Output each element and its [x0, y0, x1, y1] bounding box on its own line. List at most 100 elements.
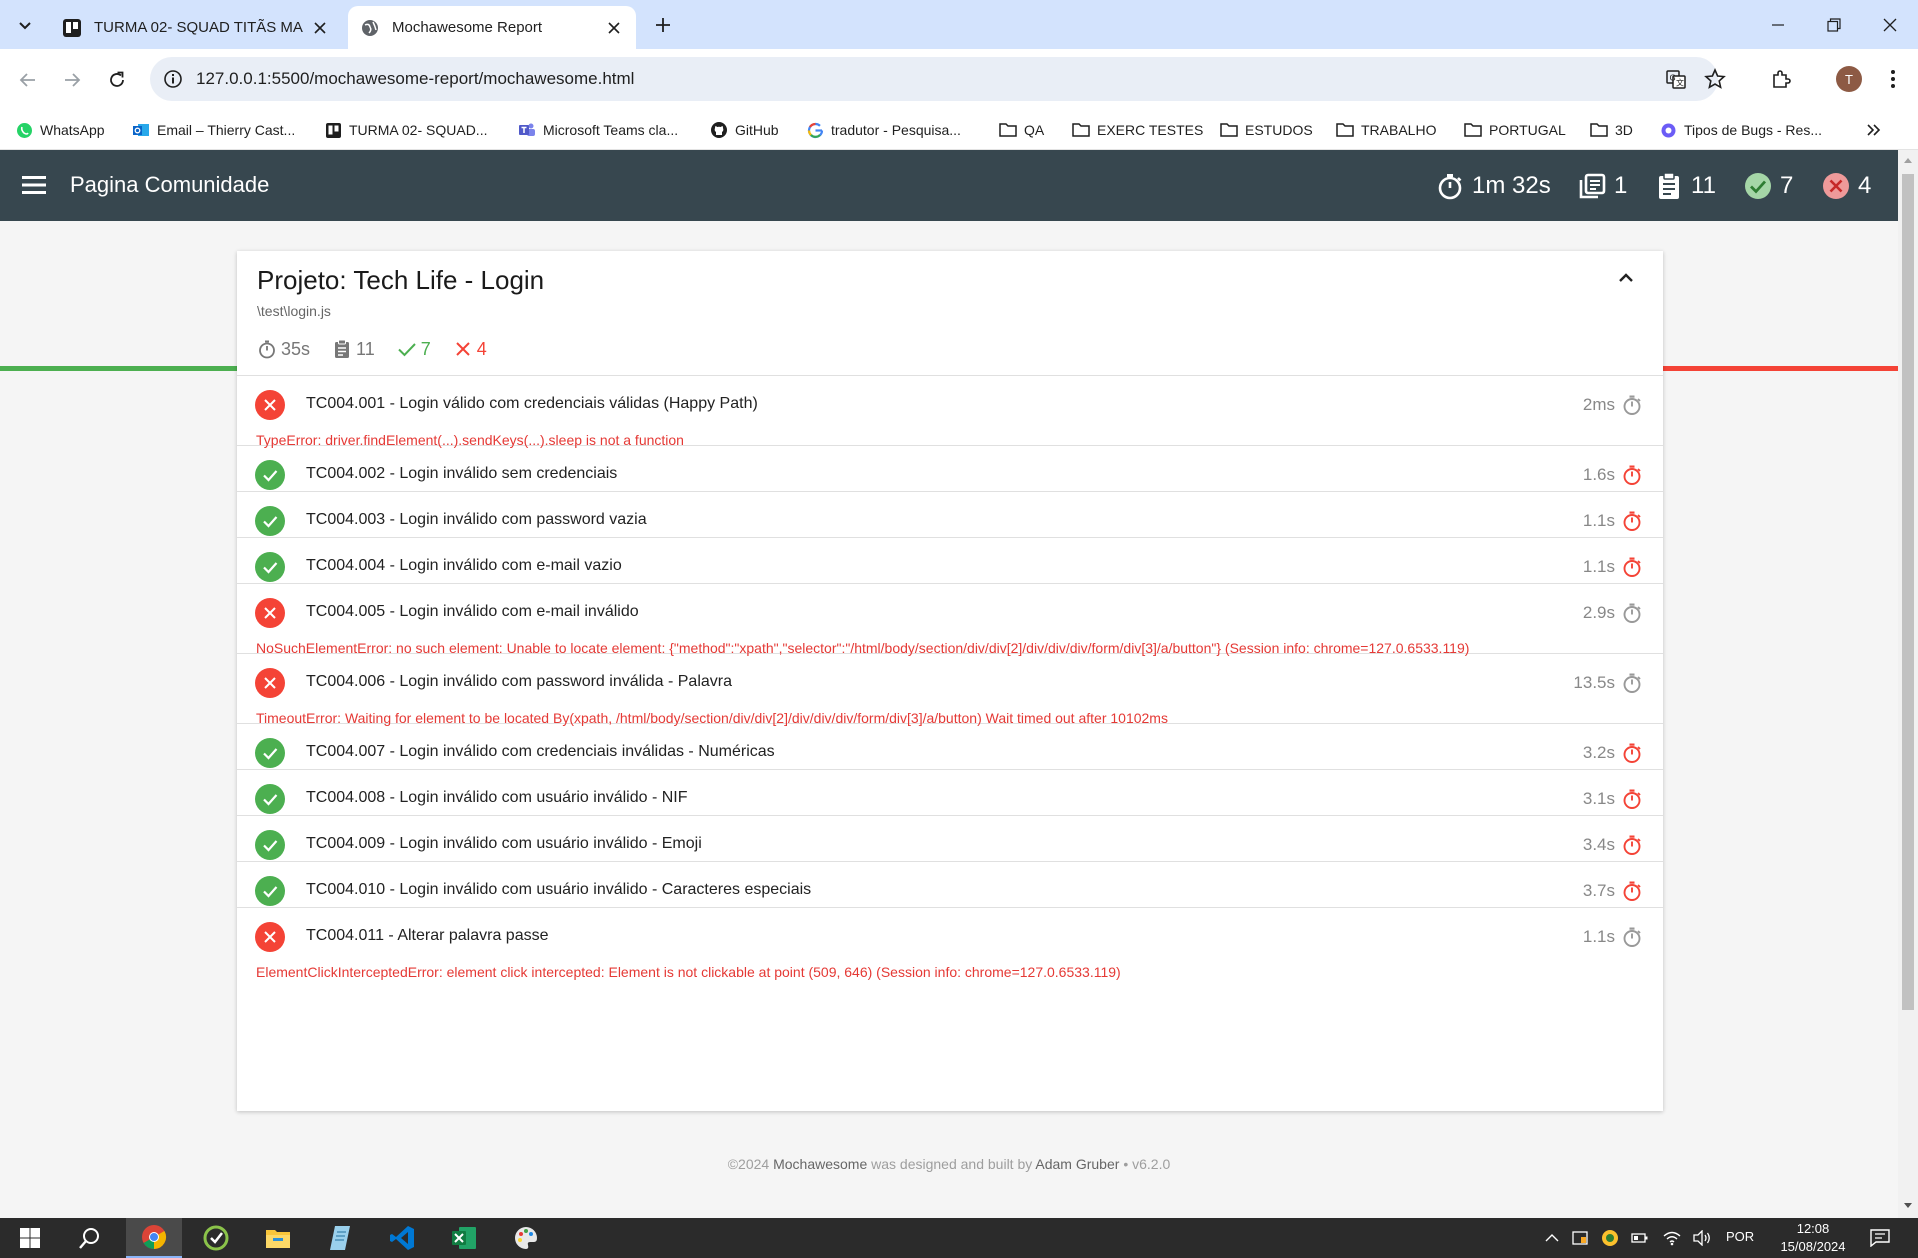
volume-icon[interactable] — [1692, 1228, 1712, 1248]
tab-close-icon[interactable] — [310, 18, 330, 38]
browser-tab-trello[interactable]: TURMA 02- SQUAD TITÃS MAN — [50, 6, 342, 49]
chevron-double-right-icon — [1867, 124, 1881, 136]
input-language[interactable]: POR — [1726, 1229, 1754, 1244]
test-row-4[interactable]: TC004.004 - Login inválido com e-mail va… — [237, 538, 1663, 584]
clipboard-icon — [1659, 172, 1679, 199]
outlook-icon — [132, 121, 150, 139]
check-icon — [398, 343, 416, 357]
stopwatch-icon — [1623, 743, 1641, 763]
suite-test-count: 11 — [332, 339, 375, 360]
footer-version: • v6.2.0 — [1123, 1156, 1171, 1172]
battery-icon[interactable] — [1630, 1228, 1650, 1248]
file-explorer-icon — [266, 1230, 290, 1248]
translate-icon[interactable]: G文 — [1665, 68, 1687, 90]
stopwatch-icon — [1623, 557, 1641, 577]
bookmark-github[interactable]: GitHub — [710, 118, 779, 142]
forward-button[interactable] — [57, 65, 87, 95]
tray-app-icon[interactable] — [1570, 1228, 1590, 1248]
report-navbar: Pagina Comunidade 1m 32s 1 11 7 4 — [0, 150, 1898, 371]
stopwatch-icon — [1623, 673, 1641, 693]
bookmark-folder-3d[interactable]: 3D — [1590, 118, 1633, 142]
tab-close-icon[interactable] — [604, 18, 624, 38]
address-bar[interactable]: 127.0.0.1:5500/mochawesome-report/mochaw… — [150, 57, 1726, 101]
test-row-5[interactable]: TC004.005 - Login inválido com e-mail in… — [237, 584, 1663, 656]
close-icon — [264, 607, 276, 619]
test-failed-icon — [255, 390, 285, 420]
test-row-9[interactable]: TC004.009 - Login inválido com usuário i… — [237, 816, 1663, 862]
bookmark-folder-estudos[interactable]: ESTUDOS — [1220, 118, 1313, 142]
notification-icon[interactable] — [1870, 1228, 1890, 1248]
bookmark-whatsapp[interactable]: WhatsApp — [15, 118, 105, 142]
url-text[interactable]: 127.0.0.1:5500/mochawesome-report/mochaw… — [196, 69, 634, 89]
test-row-10[interactable]: TC004.010 - Login inválido com usuário i… — [237, 862, 1663, 908]
bookmark-teams[interactable]: Microsoft Teams cla... — [518, 118, 678, 142]
test-row-3[interactable]: TC004.003 - Login inválido com password … — [237, 492, 1663, 538]
close-icon — [264, 931, 276, 943]
test-row-1[interactable]: TC004.001 - Login válido com credenciais… — [237, 376, 1663, 448]
profile-avatar[interactable]: T — [1836, 66, 1862, 92]
test-title: TC004.008 - Login inválido com usuário i… — [306, 789, 688, 806]
bookmark-trello[interactable]: TURMA 02- SQUAD... — [324, 118, 487, 142]
stat-failures: 4 — [1822, 170, 1871, 202]
site-info-icon[interactable] — [162, 68, 184, 90]
menu-icon[interactable] — [20, 172, 50, 198]
bookmark-email[interactable]: Email – Thierry Cast... — [132, 118, 295, 142]
chevron-up-icon[interactable] — [1615, 267, 1637, 289]
bookmark-tipos-de-bugs[interactable]: Tipos de Bugs - Res... — [1659, 118, 1822, 142]
test-passed-icon — [255, 738, 285, 768]
taskbar-clock[interactable]: 12:08 15/08/2024 — [1768, 1220, 1858, 1256]
bookmark-folder-trabalho[interactable]: TRABALHO — [1336, 118, 1436, 142]
test-row-8[interactable]: TC004.008 - Login inválido com usuário i… — [237, 770, 1663, 816]
wifi-icon[interactable] — [1662, 1228, 1682, 1248]
tab-title: Mochawesome Report — [392, 19, 543, 36]
new-tab-button[interactable] — [648, 10, 678, 40]
test-row-6[interactable]: TC004.006 - Login inválido com password … — [237, 654, 1663, 726]
scrollbar-thumb[interactable] — [1902, 174, 1914, 1010]
bookmark-folder-portugal[interactable]: PORTUGAL — [1464, 118, 1566, 142]
star-bookmark-icon[interactable] — [1704, 68, 1726, 90]
browser-menu-button[interactable] — [1878, 64, 1908, 94]
close-window-button[interactable] — [1862, 0, 1918, 49]
library-books-icon — [1579, 173, 1606, 199]
more-bookmarks-button[interactable] — [1862, 118, 1886, 142]
restore-button[interactable] — [1806, 0, 1862, 49]
taskbar-search-button[interactable] — [62, 1218, 118, 1258]
browser-tab-mochawesome[interactable]: Mochawesome Report — [348, 6, 636, 49]
paint-palette-icon — [515, 1227, 537, 1249]
test-duration: 13.5s — [1573, 673, 1615, 692]
tab-search-button[interactable] — [10, 10, 40, 40]
trello-icon — [324, 121, 342, 139]
test-row-11[interactable]: TC004.011 - Alterar palavra passe 1.1s E… — [237, 908, 1663, 980]
taskbar-notepad[interactable] — [312, 1218, 368, 1258]
taskbar-excel[interactable] — [436, 1218, 492, 1258]
bookmark-folder-exerc-testes[interactable]: EXERC TESTES — [1072, 118, 1203, 142]
footer-author-link[interactable]: Adam Gruber — [1035, 1156, 1119, 1172]
bookmark-folder-qa[interactable]: QA — [999, 118, 1044, 142]
start-button[interactable] — [2, 1218, 58, 1258]
test-row-7[interactable]: TC004.007 - Login inválido com credencia… — [237, 724, 1663, 770]
extensions-button[interactable] — [1766, 64, 1796, 94]
minimize-button[interactable] — [1750, 0, 1806, 49]
test-duration: 3.7s — [1582, 881, 1615, 900]
taskbar-vscode[interactable] — [374, 1218, 430, 1258]
bookmark-tradutor[interactable]: tradutor - Pesquisa... — [806, 118, 961, 142]
test-title: TC004.001 - Login válido com credenciais… — [306, 395, 758, 412]
reload-button[interactable] — [102, 65, 132, 95]
test-title: TC004.003 - Login inválido com password … — [306, 511, 647, 528]
test-title: TC004.007 - Login inválido com credencia… — [306, 743, 775, 760]
test-failed-icon — [255, 922, 285, 952]
page-scrollbar[interactable] — [1898, 150, 1918, 1218]
globe-icon — [362, 19, 378, 36]
taskbar-file-explorer[interactable] — [250, 1218, 306, 1258]
back-button[interactable] — [13, 65, 43, 95]
taskbar-paint[interactable] — [498, 1218, 554, 1258]
test-failed-icon — [255, 668, 285, 698]
taskbar-chrome[interactable] — [126, 1218, 182, 1258]
taskbar-app-green[interactable] — [188, 1218, 244, 1258]
tray-expand-icon[interactable] — [1542, 1228, 1562, 1248]
tray-security-icon[interactable] — [1600, 1228, 1620, 1248]
footer-brand-link[interactable]: Mochawesome — [773, 1156, 867, 1172]
test-passed-icon — [255, 552, 285, 582]
app-green-icon — [203, 1225, 229, 1251]
test-row-2[interactable]: TC004.002 - Login inválido sem credencia… — [237, 446, 1663, 492]
